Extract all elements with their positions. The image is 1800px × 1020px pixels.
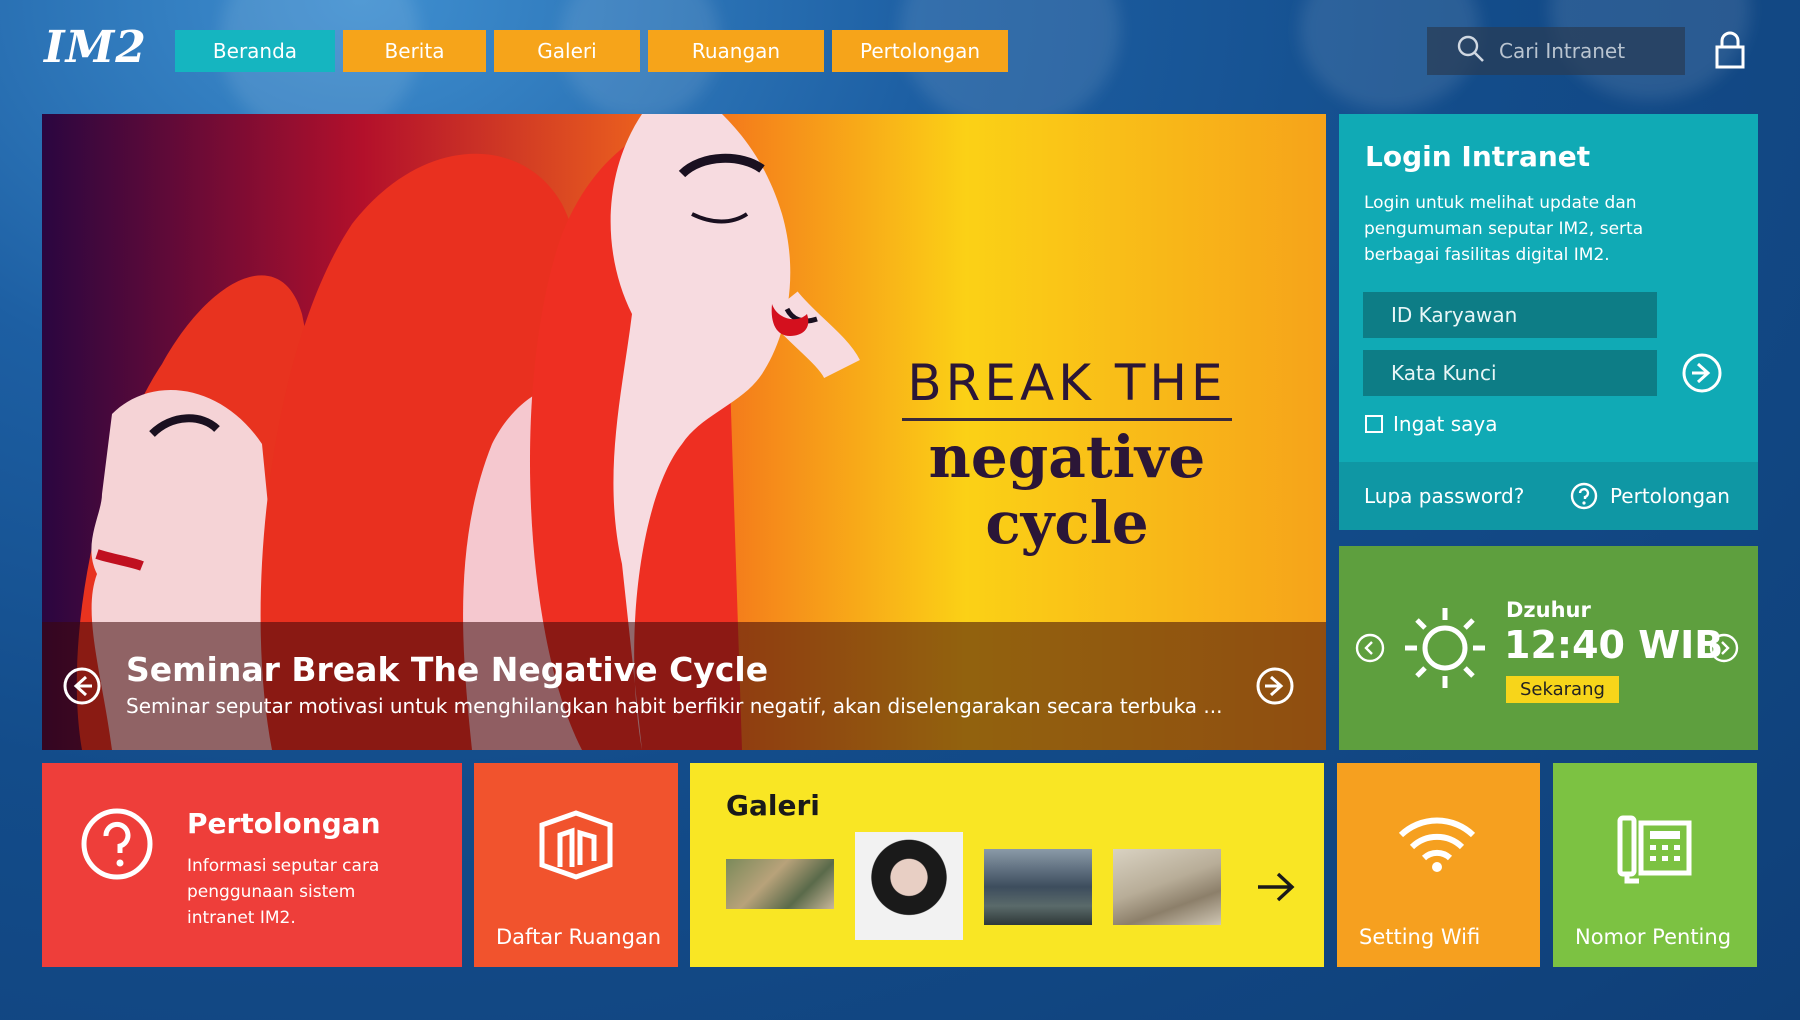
remember-me[interactable]: Ingat saya [1365,412,1498,436]
room-icon [538,809,614,885]
wifi-icon [1397,813,1477,877]
phone-icon [1617,815,1693,889]
hero-description: Seminar seputar motivasi untuk menghilan… [126,694,1223,718]
hero-image-text-line2a: negative [928,423,1206,491]
gallery-tile[interactable]: Galeri [690,763,1324,967]
login-help-link[interactable]: Pertolongan [1570,482,1730,510]
gallery-thumbnail[interactable] [984,849,1092,925]
login-panel: Login Intranet Login untuk melihat updat… [1339,114,1758,530]
employee-id-input[interactable] [1363,292,1657,338]
login-help-label: Pertolongan [1609,484,1730,508]
gallery-thumbnail[interactable] [855,832,963,940]
arrow-right-circle-icon [1682,353,1722,393]
login-submit-button[interactable] [1681,352,1723,398]
search-icon[interactable] [1457,35,1485,67]
wifi-tile-label: Setting Wifi [1359,925,1481,949]
hero-banner[interactable]: BREAK THE negative cycle Seminar Break T… [42,114,1326,750]
prayer-time: 12:40 WIB [1504,623,1724,667]
main-nav: Beranda Berita Galeri Ruangan Pertolonga… [175,30,1008,72]
hero-caption: Seminar Break The Negative Cycle Seminar… [42,622,1326,750]
help-tile-description: Informasi seputar cara penggunaan sistem… [187,856,380,928]
phone-tile-label: Nomor Penting [1575,925,1732,949]
prayer-name: Dzuhur [1506,598,1591,622]
arrow-right-icon [1258,872,1295,902]
remember-checkbox[interactable] [1365,415,1383,433]
forgot-password-link[interactable]: Lupa password? [1364,484,1524,508]
search-box[interactable] [1427,27,1685,75]
chevron-left-circle-icon [1355,633,1385,663]
login-description: Login untuk melihat update dan pengumuma… [1364,193,1644,265]
lock-icon[interactable] [1715,30,1745,74]
gallery-thumbnail[interactable] [1113,849,1221,925]
status-badge: Sekarang [1506,676,1619,703]
hero-image-text-line1: BREAK THE [902,354,1232,421]
wifi-tile[interactable]: Setting Wifi [1337,763,1540,967]
prayer-time-widget: Dzuhur 12:40 WIB Sekarang [1339,546,1758,750]
hero-title[interactable]: Seminar Break The Negative Cycle [126,650,768,689]
chevron-right-circle-icon [1709,633,1739,663]
gallery-thumbnail[interactable] [726,859,834,909]
login-footer: Lupa password? Pertolongan [1339,462,1758,530]
help-icon [1570,482,1598,510]
nav-ruangan[interactable]: Ruangan [648,30,824,72]
login-title: Login Intranet [1365,140,1591,173]
prayer-next-button[interactable] [1709,633,1739,667]
remember-label: Ingat saya [1393,412,1498,436]
hero-next-button[interactable] [1255,666,1295,710]
arrow-left-circle-icon [63,667,101,705]
nav-pertolongan[interactable]: Pertolongan [832,30,1008,72]
arrow-right-circle-icon [1256,667,1294,705]
nav-galeri[interactable]: Galeri [494,30,640,72]
rooms-tile-label: Daftar Ruangan [496,925,662,949]
nav-beranda[interactable]: Beranda [175,30,335,72]
help-tile-title: Pertolongan [187,807,381,840]
logo[interactable]: IM2 [44,22,147,73]
hero-image-text-line2b: cycle [985,489,1149,557]
gallery-next-button[interactable] [1256,871,1296,907]
help-tile[interactable]: Pertolongan Informasi seputar cara pengg… [42,763,462,967]
prayer-prev-button[interactable] [1355,633,1385,667]
rooms-tile[interactable]: Daftar Ruangan [474,763,678,967]
search-input[interactable] [1499,39,1679,63]
hero-image-text: BREAK THE negative cycle [902,354,1232,553]
gallery-tile-title: Galeri [726,789,820,822]
password-input[interactable] [1363,350,1657,396]
sun-icon [1405,606,1485,694]
phone-tile[interactable]: Nomor Penting [1553,763,1757,967]
nav-berita[interactable]: Berita [343,30,486,72]
question-circle-icon [80,807,154,885]
hero-prev-button[interactable] [62,666,102,710]
